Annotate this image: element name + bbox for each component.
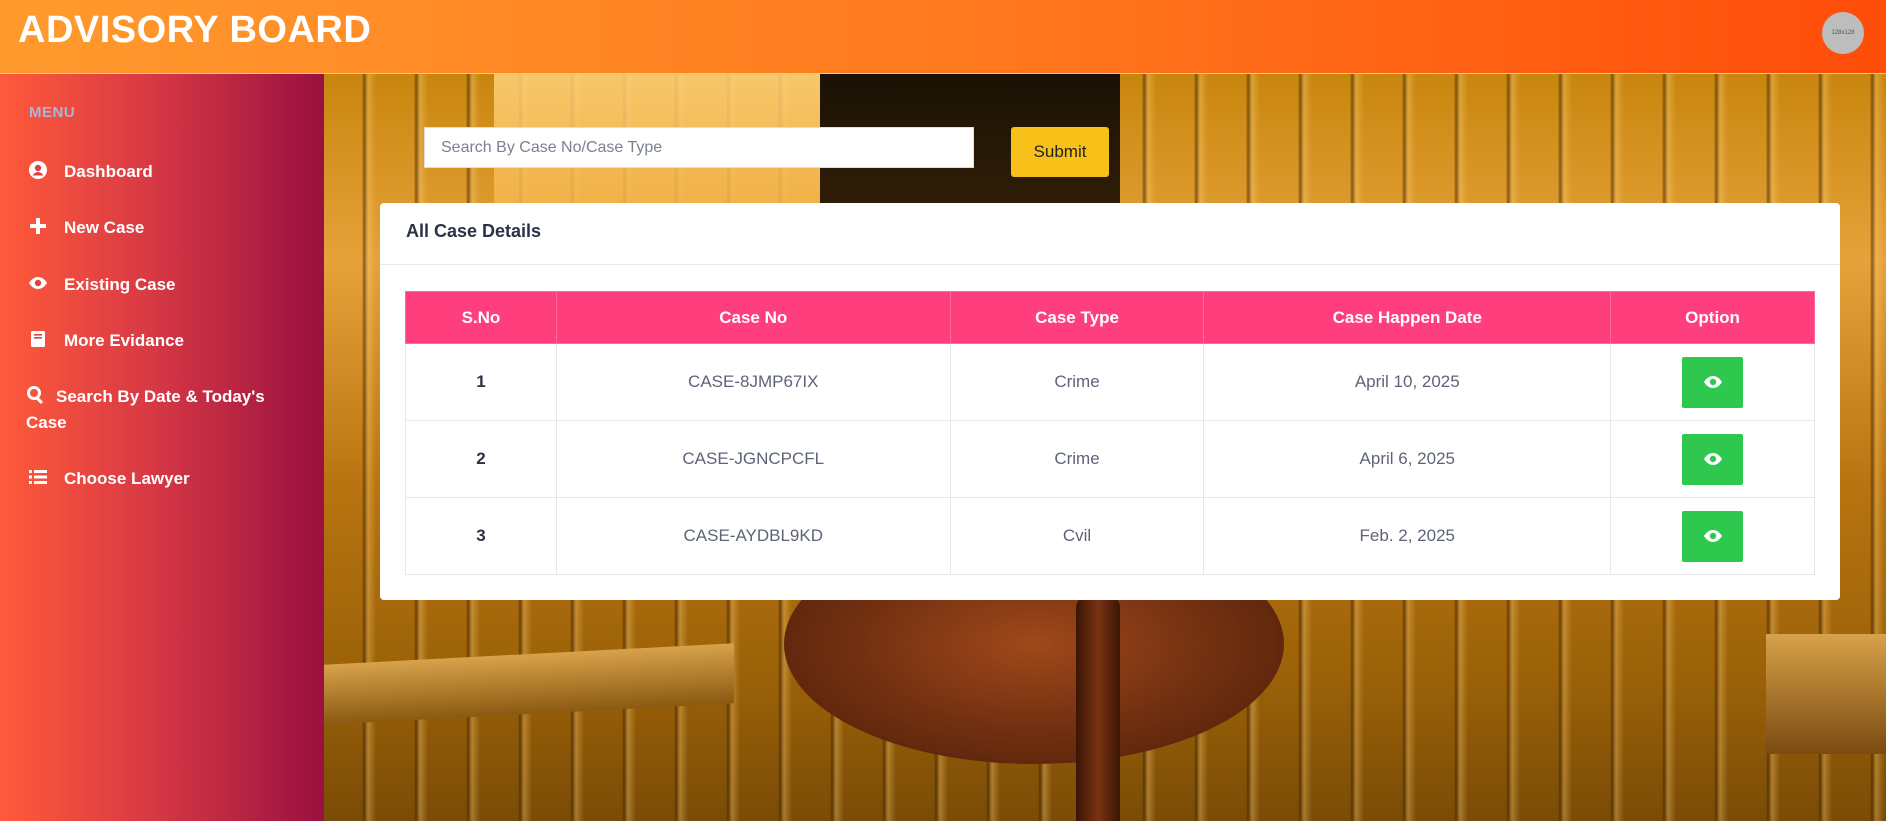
view-case-button[interactable] — [1682, 356, 1744, 408]
avatar[interactable]: 128x128 — [1822, 12, 1864, 54]
sidebar-item-label: New Case — [64, 218, 145, 237]
book-icon — [28, 329, 48, 349]
sidebar-item-choose-lawyer[interactable]: Choose Lawyer — [28, 466, 298, 492]
column-header-case-type: Case Type — [949, 291, 1205, 344]
sidebar-item-search-by-date[interactable]: Search By Date & Today's Case — [26, 384, 276, 436]
cell-case-type: Crime — [949, 420, 1205, 498]
background-image — [1766, 634, 1886, 754]
background-image — [1076, 594, 1120, 821]
cell-sno: 3 — [405, 497, 557, 575]
sidebar-item-label: Existing Case — [64, 275, 176, 294]
cell-option — [1610, 343, 1815, 421]
list-icon — [28, 467, 48, 487]
eye-icon — [1703, 530, 1722, 542]
column-header-sno: S.No — [405, 291, 557, 344]
cell-case-type: Crime — [949, 343, 1205, 421]
column-header-date: Case Happen Date — [1203, 291, 1612, 344]
sidebar-item-existing-case[interactable]: Existing Case — [28, 272, 298, 298]
sidebar-item-more-evidance[interactable]: More Evidance — [28, 328, 298, 354]
table-header-row: S.No Case No Case Type Case Happen Date … — [405, 291, 1815, 344]
top-bar: ADVISORY BOARD 128x128 — [0, 0, 1886, 74]
case-details-card: All Case Details S.No Case No Case Type … — [380, 203, 1840, 600]
cell-date: Feb. 2, 2025 — [1203, 497, 1612, 575]
search-input[interactable] — [424, 127, 974, 168]
sidebar-item-label: Choose Lawyer — [64, 469, 190, 488]
table-row: 1 CASE-8JMP67IX Crime April 10, 2025 — [405, 343, 1815, 421]
sidebar-item-dashboard[interactable]: Dashboard — [28, 159, 298, 185]
cell-sno: 1 — [405, 343, 557, 421]
case-table: S.No Case No Case Type Case Happen Date … — [405, 291, 1815, 575]
submit-button[interactable]: Submit — [1011, 127, 1109, 177]
cell-case-type: Cvil — [949, 497, 1205, 575]
cell-option — [1610, 420, 1815, 498]
cell-sno: 2 — [405, 420, 557, 498]
background-image — [324, 643, 734, 725]
table-row: 2 CASE-JGNCPCFL Crime April 6, 2025 — [405, 420, 1815, 498]
menu-title: MENU — [29, 104, 76, 121]
table-row: 3 CASE-AYDBL9KD Cvil Feb. 2, 2025 — [405, 497, 1815, 575]
sidebar-item-label: Dashboard — [64, 162, 153, 181]
cell-case-no: CASE-AYDBL9KD — [555, 497, 951, 575]
column-header-option: Option — [1610, 291, 1815, 344]
cell-date: April 10, 2025 — [1203, 343, 1612, 421]
cell-case-no: CASE-8JMP67IX — [555, 343, 951, 421]
cell-option — [1610, 497, 1815, 575]
sidebar-item-new-case[interactable]: New Case — [28, 215, 298, 241]
sidebar-item-label: More Evidance — [64, 331, 184, 350]
brand-title[interactable]: ADVISORY BOARD — [18, 9, 371, 52]
eye-icon — [1703, 453, 1722, 465]
card-title: All Case Details — [380, 203, 1840, 265]
cell-case-no: CASE-JGNCPCFL — [555, 420, 951, 498]
view-case-button[interactable] — [1682, 433, 1744, 485]
user-circle-icon — [28, 160, 48, 180]
view-case-button[interactable] — [1682, 510, 1744, 562]
cell-date: April 6, 2025 — [1203, 420, 1612, 498]
plus-icon — [28, 216, 48, 236]
sidebar-item-label: Search By Date & Today's Case — [26, 387, 265, 432]
eye-icon — [28, 273, 48, 293]
column-header-case-no: Case No — [555, 291, 951, 344]
eye-icon — [1703, 376, 1722, 388]
search-icon — [26, 385, 46, 405]
sidebar: MENU Dashboard New Case Existing Case Mo… — [0, 74, 324, 821]
